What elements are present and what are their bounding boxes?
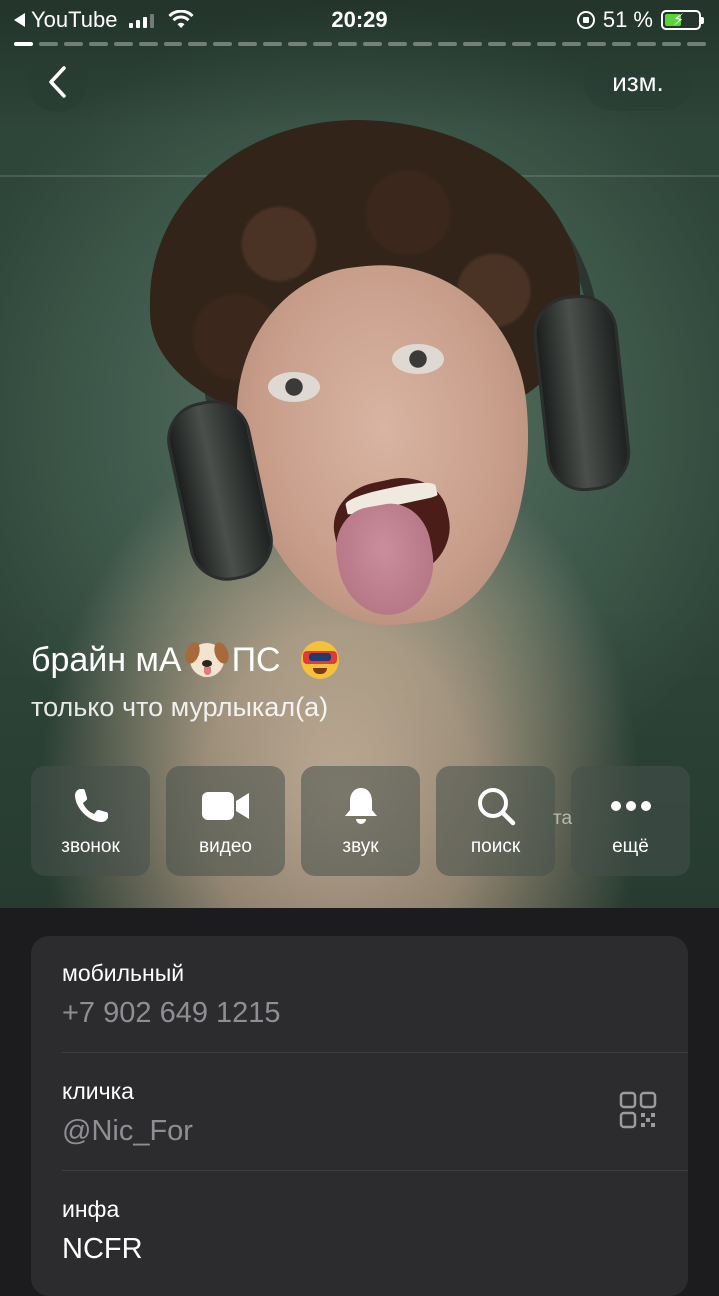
back-button[interactable]: [27, 51, 88, 112]
profile-name: брайн мА ПС: [31, 640, 339, 680]
status-bar: YouTube 20:29 51 % ⚡: [0, 0, 719, 40]
background-partial-text: та: [553, 808, 573, 829]
more-dots-icon: [610, 801, 651, 811]
vr-goggles-emoji[interactable]: [300, 641, 339, 679]
photo-eye-left: [268, 372, 320, 402]
qr-code-icon[interactable]: [619, 1091, 657, 1129]
search-icon: [477, 788, 515, 826]
dog-face-emoji: [182, 640, 231, 680]
search-label: поиск: [470, 836, 521, 857]
action-buttons: звонок видео звук поиск ещё: [31, 766, 690, 876]
sound-button[interactable]: звук: [301, 766, 420, 876]
video-camera-icon: [201, 792, 249, 820]
rotation-lock-icon: [576, 11, 595, 29]
mobile-value[interactable]: +7 902 649 1215: [62, 997, 688, 1030]
nickname-label: кличка: [62, 1078, 134, 1104]
battery-percent: 51 %: [602, 7, 653, 32]
call-label: звонок: [61, 836, 120, 857]
contact-info-card: мобильный +7 902 649 1215 кличка @Nic_Fo…: [31, 936, 688, 1296]
video-button[interactable]: видео: [166, 766, 285, 876]
search-button[interactable]: поиск: [436, 766, 555, 876]
photo-progress-bar: [14, 42, 706, 46]
divider: [62, 1170, 688, 1171]
mobile-row[interactable]: мобильный +7 902 649 1215: [62, 960, 688, 1030]
name-text-part1: брайн мА: [31, 640, 182, 679]
bio-row[interactable]: инфа NCFR: [62, 1196, 688, 1266]
nickname-row[interactable]: кличка @Nic_For: [62, 1078, 688, 1148]
divider: [62, 1052, 688, 1053]
name-text-part2: ПС: [231, 640, 281, 679]
photo-headphone-right: [529, 291, 635, 495]
sound-label: звук: [342, 836, 379, 857]
mobile-label: мобильный: [62, 960, 185, 986]
edit-button[interactable]: изм.: [584, 53, 692, 111]
battery-charging-icon: ⚡: [661, 10, 704, 30]
bell-icon: [344, 788, 377, 824]
bio-label: инфа: [62, 1196, 120, 1222]
call-button[interactable]: звонок: [31, 766, 150, 876]
last-seen-status: только что мурлыкал(а): [31, 692, 329, 722]
video-label: видео: [199, 836, 252, 857]
photo-eye-right: [392, 344, 444, 374]
bio-value: NCFR: [62, 1233, 143, 1265]
charging-bolt-icon: ⚡: [673, 12, 685, 29]
more-label: ещё: [612, 836, 649, 857]
more-button[interactable]: ещё: [571, 766, 690, 876]
nickname-value[interactable]: @Nic_For: [62, 1115, 688, 1148]
status-right: 51 % ⚡: [576, 7, 704, 33]
phone-icon: [74, 789, 108, 822]
chevron-left-icon: [48, 65, 66, 98]
